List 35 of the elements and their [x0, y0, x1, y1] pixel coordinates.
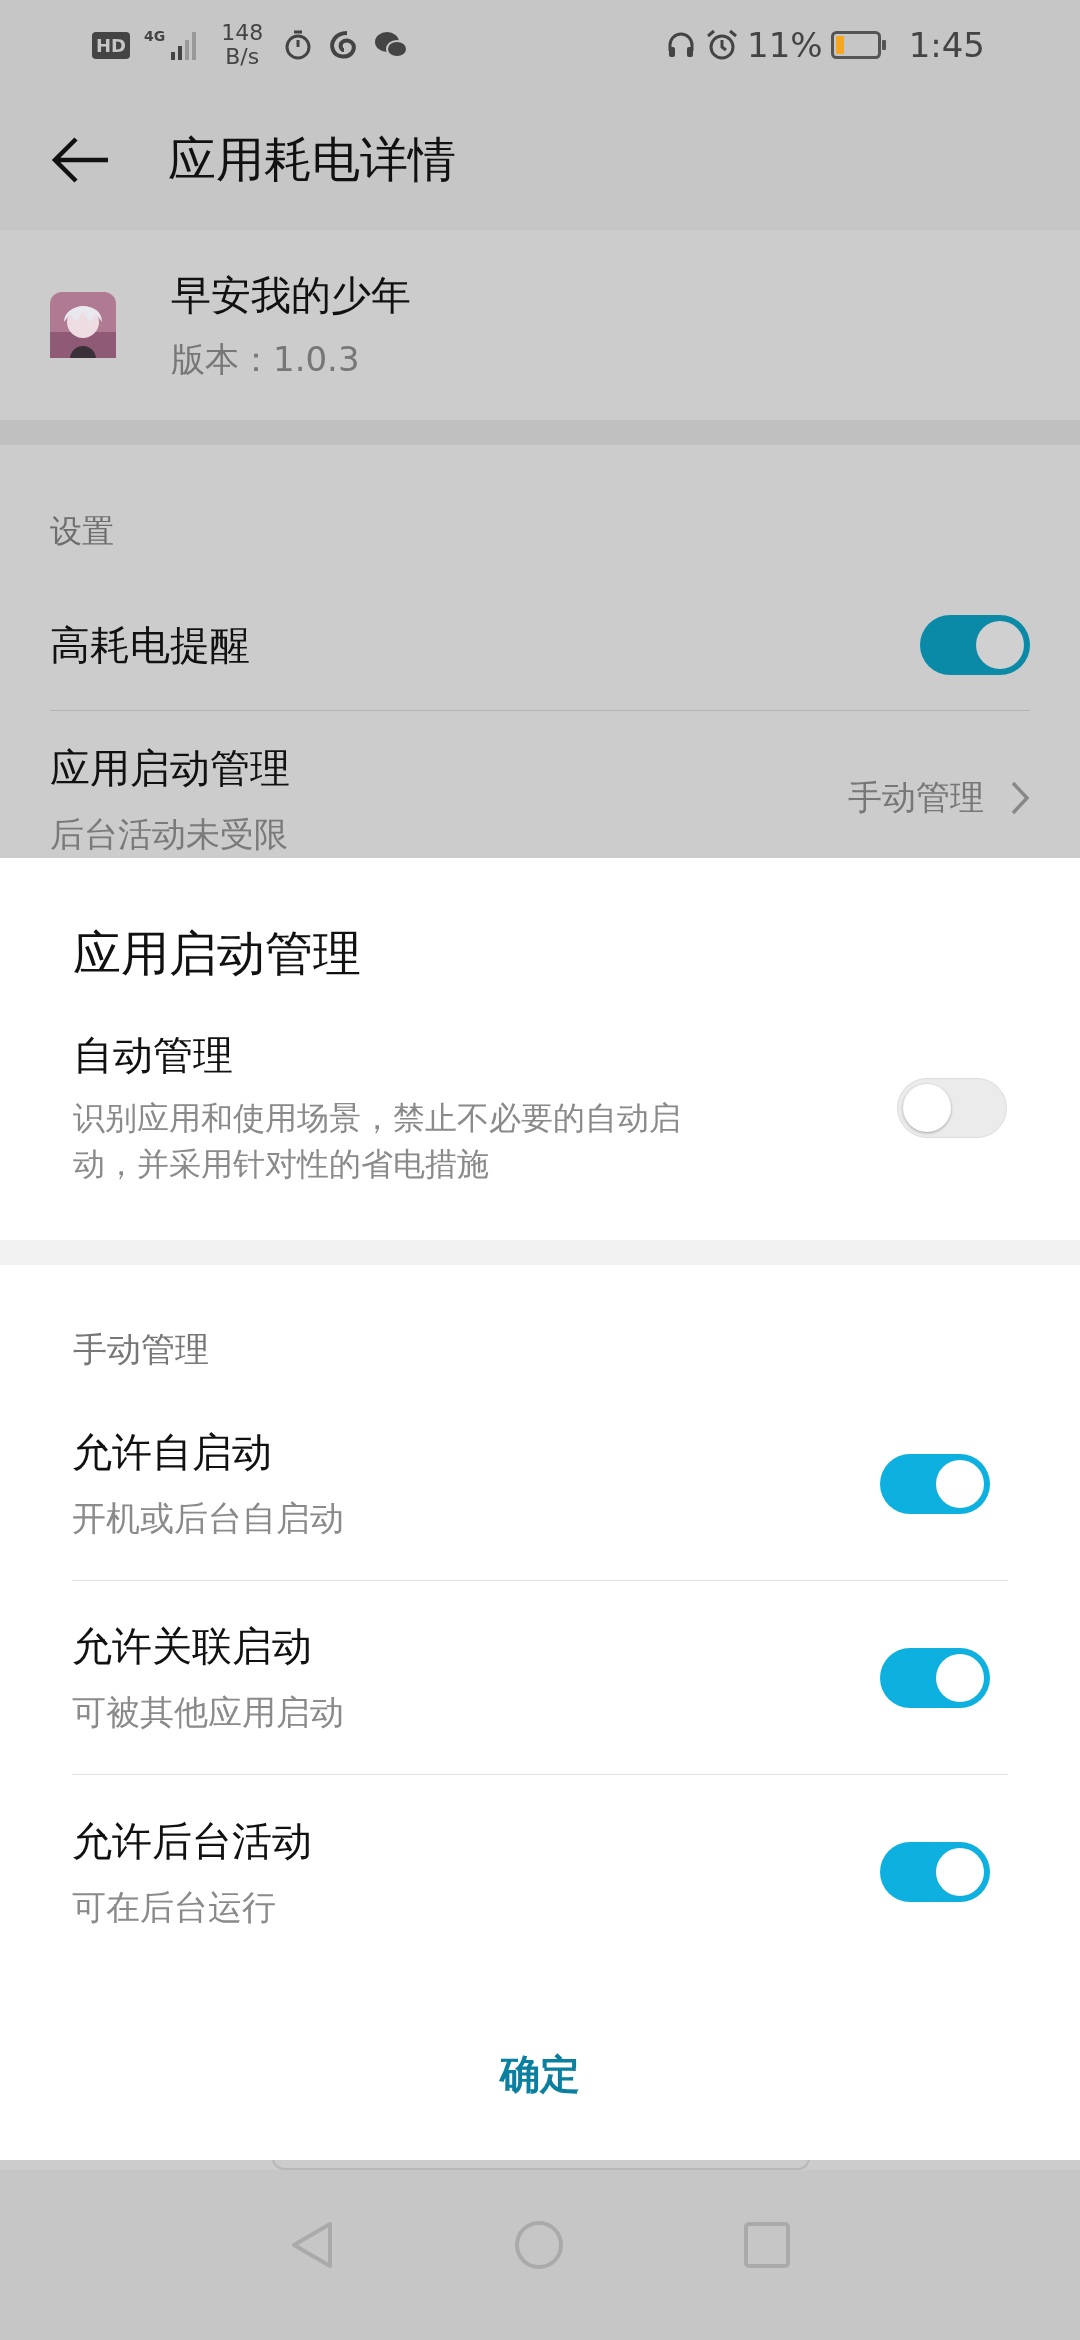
speed-value: 148 — [221, 20, 264, 45]
app-icon — [50, 292, 116, 358]
section-label: 手动管理 — [72, 1328, 210, 1371]
setting-subtitle: 可在后台运行 — [72, 1885, 277, 1929]
network-type: 4G — [144, 28, 166, 44]
setting-label: 允许后台活动 — [72, 1816, 312, 1866]
setting-label: 应用启动管理 — [50, 744, 290, 793]
hd-badge: HD — [92, 31, 130, 59]
setting-label: 高耗电提醒 — [50, 620, 250, 670]
alarm-icon — [705, 28, 740, 62]
setting-subtitle: 后台活动未受限 — [50, 813, 289, 856]
setting-label: 自动管理 — [73, 1031, 234, 1080]
battery-icon — [830, 30, 887, 60]
speed-unit: B/s — [225, 45, 260, 70]
recents-nav-icon[interactable] — [744, 2222, 790, 2268]
toggle-switch[interactable] — [920, 615, 1030, 675]
confirm-button[interactable]: 确定 — [490, 2047, 590, 2102]
app-name: 早安我的少年 — [171, 270, 411, 320]
setting-value[interactable]: 手动管理 — [848, 775, 984, 821]
app-version: 版本：1.0.3 — [171, 337, 361, 381]
page-title: 应用耗电详情 — [168, 130, 456, 189]
setting-subtitle: 可被其他应用启动 — [72, 1691, 344, 1734]
home-nav-icon[interactable] — [514, 2220, 564, 2270]
battery-percent: 11% — [747, 25, 823, 65]
back-nav-icon[interactable] — [290, 2220, 334, 2270]
dialog-title: 应用启动管理 — [73, 924, 362, 983]
clock-time: 1:45 — [908, 25, 985, 65]
back-arrow-icon[interactable] — [52, 136, 110, 184]
setting-subtitle: 开机或后台自启动 — [72, 1497, 344, 1540]
setting-label: 允许自启动 — [72, 1428, 273, 1477]
section-label: 设置 — [50, 511, 115, 552]
setting-description: 识别应用和使用场景，禁止不必要的自动启动，并采用针对性的省电措施 — [73, 1098, 682, 1186]
chevron-right-icon[interactable] — [1010, 780, 1030, 816]
toggle-switch[interactable] — [880, 1842, 990, 1902]
setting-label: 允许关联启动 — [72, 1622, 313, 1671]
